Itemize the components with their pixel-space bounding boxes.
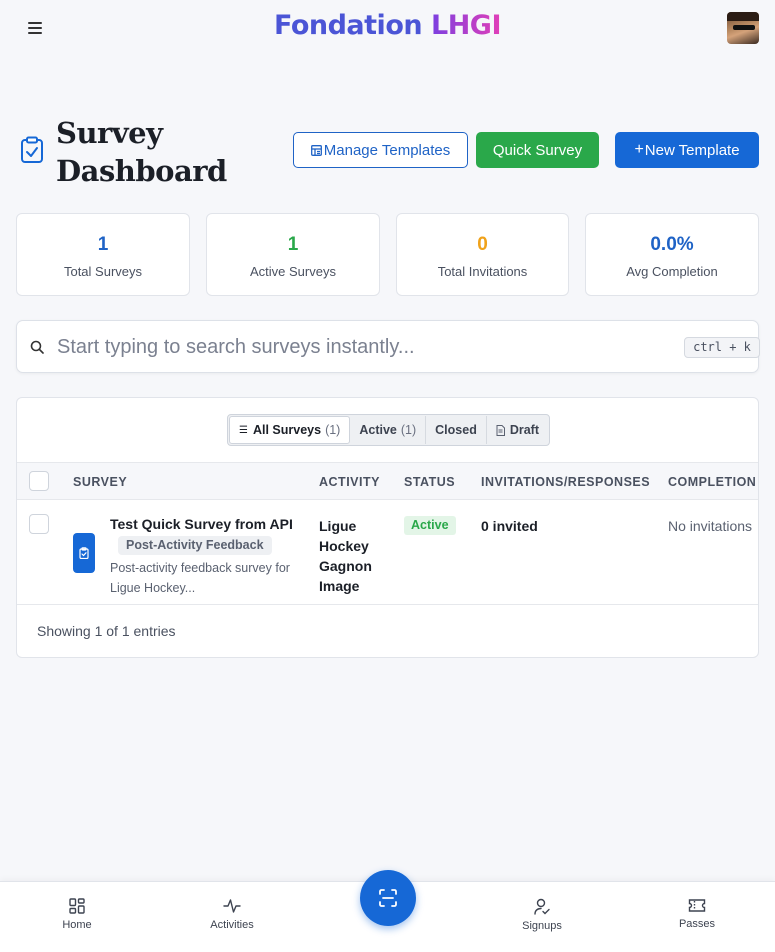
page-title: Survey Dashboard xyxy=(56,116,227,188)
select-all-checkbox[interactable] xyxy=(29,471,49,491)
home-grid-icon xyxy=(69,898,85,914)
nav-label: Home xyxy=(62,919,92,931)
survey-title-link[interactable]: Test Quick Survey from API xyxy=(110,516,293,532)
column-header-completion-rate[interactable]: COMPLETION RATE xyxy=(668,475,758,489)
nav-label: Signups xyxy=(522,920,562,932)
tab-closed[interactable]: Closed xyxy=(426,416,487,444)
tab-draft[interactable]: Draft xyxy=(487,416,548,444)
new-template-button[interactable]: + New Template xyxy=(615,132,759,168)
tab-count: (1) xyxy=(325,423,341,437)
column-header-activity[interactable]: ACTIVITY xyxy=(319,475,380,489)
invitations-count: 0 invited xyxy=(481,518,538,534)
manage-templates-button[interactable]: Manage Templates xyxy=(293,132,468,168)
stat-label: Active Surveys xyxy=(250,264,336,279)
nav-signups[interactable]: Signups xyxy=(502,898,582,932)
pagination-summary: Showing 1 of 1 entries xyxy=(37,623,176,639)
search-icon xyxy=(30,340,44,354)
user-check-icon xyxy=(534,898,550,915)
scan-icon xyxy=(379,889,397,907)
new-template-label: New Template xyxy=(644,141,740,159)
document-icon xyxy=(496,424,505,436)
activity-name: Ligue Hockey Gagnon Image xyxy=(319,518,372,594)
tab-label: Active xyxy=(359,423,397,437)
scan-button[interactable] xyxy=(360,870,416,926)
stat-value: 1 xyxy=(287,234,299,255)
keyboard-shortcut-hint: ctrl + k xyxy=(684,337,760,358)
tab-active[interactable]: Active (1) xyxy=(350,416,427,444)
nav-label: Passes xyxy=(678,918,716,930)
survey-type-tag: Post-Activity Feedback xyxy=(118,536,272,555)
row-checkbox[interactable] xyxy=(29,514,49,534)
tab-count: (1) xyxy=(400,423,417,437)
stat-value: 1 xyxy=(97,234,109,255)
stat-card-total-surveys: 1 Total Surveys xyxy=(16,213,190,296)
plus-icon: + xyxy=(634,141,644,158)
column-header-survey[interactable]: SURVEY xyxy=(73,475,127,489)
search-input[interactable] xyxy=(57,331,657,363)
top-bar: Fondation LHGI xyxy=(0,0,775,58)
search-bar: ctrl + k xyxy=(16,320,760,373)
survey-clipboard-icon xyxy=(73,533,95,573)
ticket-icon xyxy=(688,899,706,912)
tab-all-surveys[interactable]: ☰ All Surveys (1) xyxy=(229,416,351,444)
column-header-status[interactable]: STATUS xyxy=(404,475,455,489)
tab-label: Closed xyxy=(435,423,477,437)
quick-survey-label: Quick Survey xyxy=(492,141,583,159)
user-avatar[interactable] xyxy=(727,12,759,44)
stat-value: 0 xyxy=(477,234,488,255)
tab-label: All Surveys xyxy=(252,423,322,437)
nav-home[interactable]: Home xyxy=(37,898,117,931)
completion-rate: No invitations xyxy=(668,518,753,534)
brand-name-part2: LHGI xyxy=(431,10,502,41)
table-row[interactable]: Test Quick Survey from API Post-Activity… xyxy=(17,501,758,605)
table-header: SURVEY ACTIVITY STATUS INVITATIONS/RESPO… xyxy=(17,462,758,500)
tab-label: Draft xyxy=(509,423,540,437)
nav-label: Activities xyxy=(210,919,254,931)
activity-pulse-icon xyxy=(223,899,241,913)
brand-logo[interactable]: Fondation LHGI xyxy=(0,10,775,41)
stat-label: Total Surveys xyxy=(63,264,143,279)
status-badge: Active xyxy=(404,516,456,535)
stat-card-avg-completion: 0.0% Avg Completion xyxy=(585,213,759,296)
nav-activities[interactable]: Activities xyxy=(192,898,272,931)
quick-survey-button[interactable]: Quick Survey xyxy=(476,132,599,168)
brand-name-part1: Fondation xyxy=(273,10,423,41)
stat-label: Avg Completion xyxy=(626,264,718,279)
template-list-icon xyxy=(310,144,322,156)
surveys-table-card: ☰ All Surveys (1) Active (1) Closed Draf… xyxy=(16,397,759,658)
filter-tabs: ☰ All Surveys (1) Active (1) Closed Draf… xyxy=(227,414,551,446)
clipboard-check-icon xyxy=(21,136,43,163)
manage-templates-label: Manage Templates xyxy=(323,141,451,159)
survey-description: Post-activity feedback survey for Ligue … xyxy=(110,561,290,595)
column-header-invitations[interactable]: INVITATIONS/RESPONSES xyxy=(481,475,650,489)
stat-label: Total Invitations xyxy=(437,264,528,279)
stat-card-active-surveys: 1 Active Surveys xyxy=(206,213,380,296)
nav-passes[interactable]: Passes xyxy=(657,898,737,930)
stat-value: 0.0% xyxy=(650,234,694,255)
list-icon: ☰ xyxy=(239,424,248,436)
stat-card-total-invitations: 0 Total Invitations xyxy=(396,213,569,296)
